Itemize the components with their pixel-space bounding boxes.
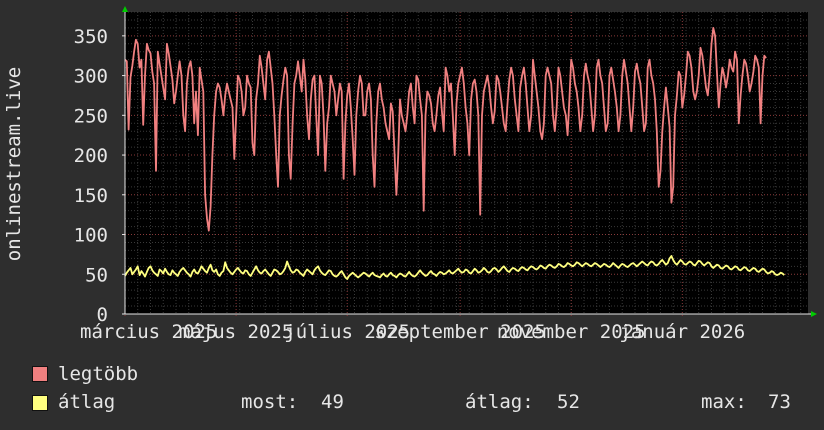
legend-swatch-avg [32, 395, 48, 411]
y-tick-label: 200 [74, 145, 108, 167]
stat-max-value: 73 [768, 391, 791, 413]
y-tick-label: 100 [74, 225, 108, 247]
y-tick-label: 300 [74, 66, 108, 88]
legend-swatch-max [32, 366, 48, 382]
stat-avg-label: átlag: [465, 391, 534, 413]
y-tick-label: 50 [85, 264, 108, 286]
y-axis-label: onlinestream.live [3, 67, 25, 261]
stat-now-label: most: [241, 391, 299, 413]
x-tick-label: május 2025 [179, 321, 293, 343]
y-tick-label: 150 [74, 185, 108, 207]
x-tick-label: január 2026 [619, 321, 745, 343]
y-axis-ticks: 050100150200250300350 [74, 26, 125, 326]
legend-label-max: legtöbb [58, 363, 139, 385]
stat-avg-value: 52 [557, 391, 580, 413]
x-axis-arrow-icon [811, 311, 817, 317]
stat-max-label: max: [701, 391, 747, 413]
legend-label-avg: átlag [58, 391, 116, 413]
y-tick-label: 350 [74, 26, 108, 48]
stat-now-value: 49 [321, 391, 344, 413]
y-axis-arrow-icon [122, 6, 128, 12]
y-tick-label: 250 [74, 105, 108, 127]
